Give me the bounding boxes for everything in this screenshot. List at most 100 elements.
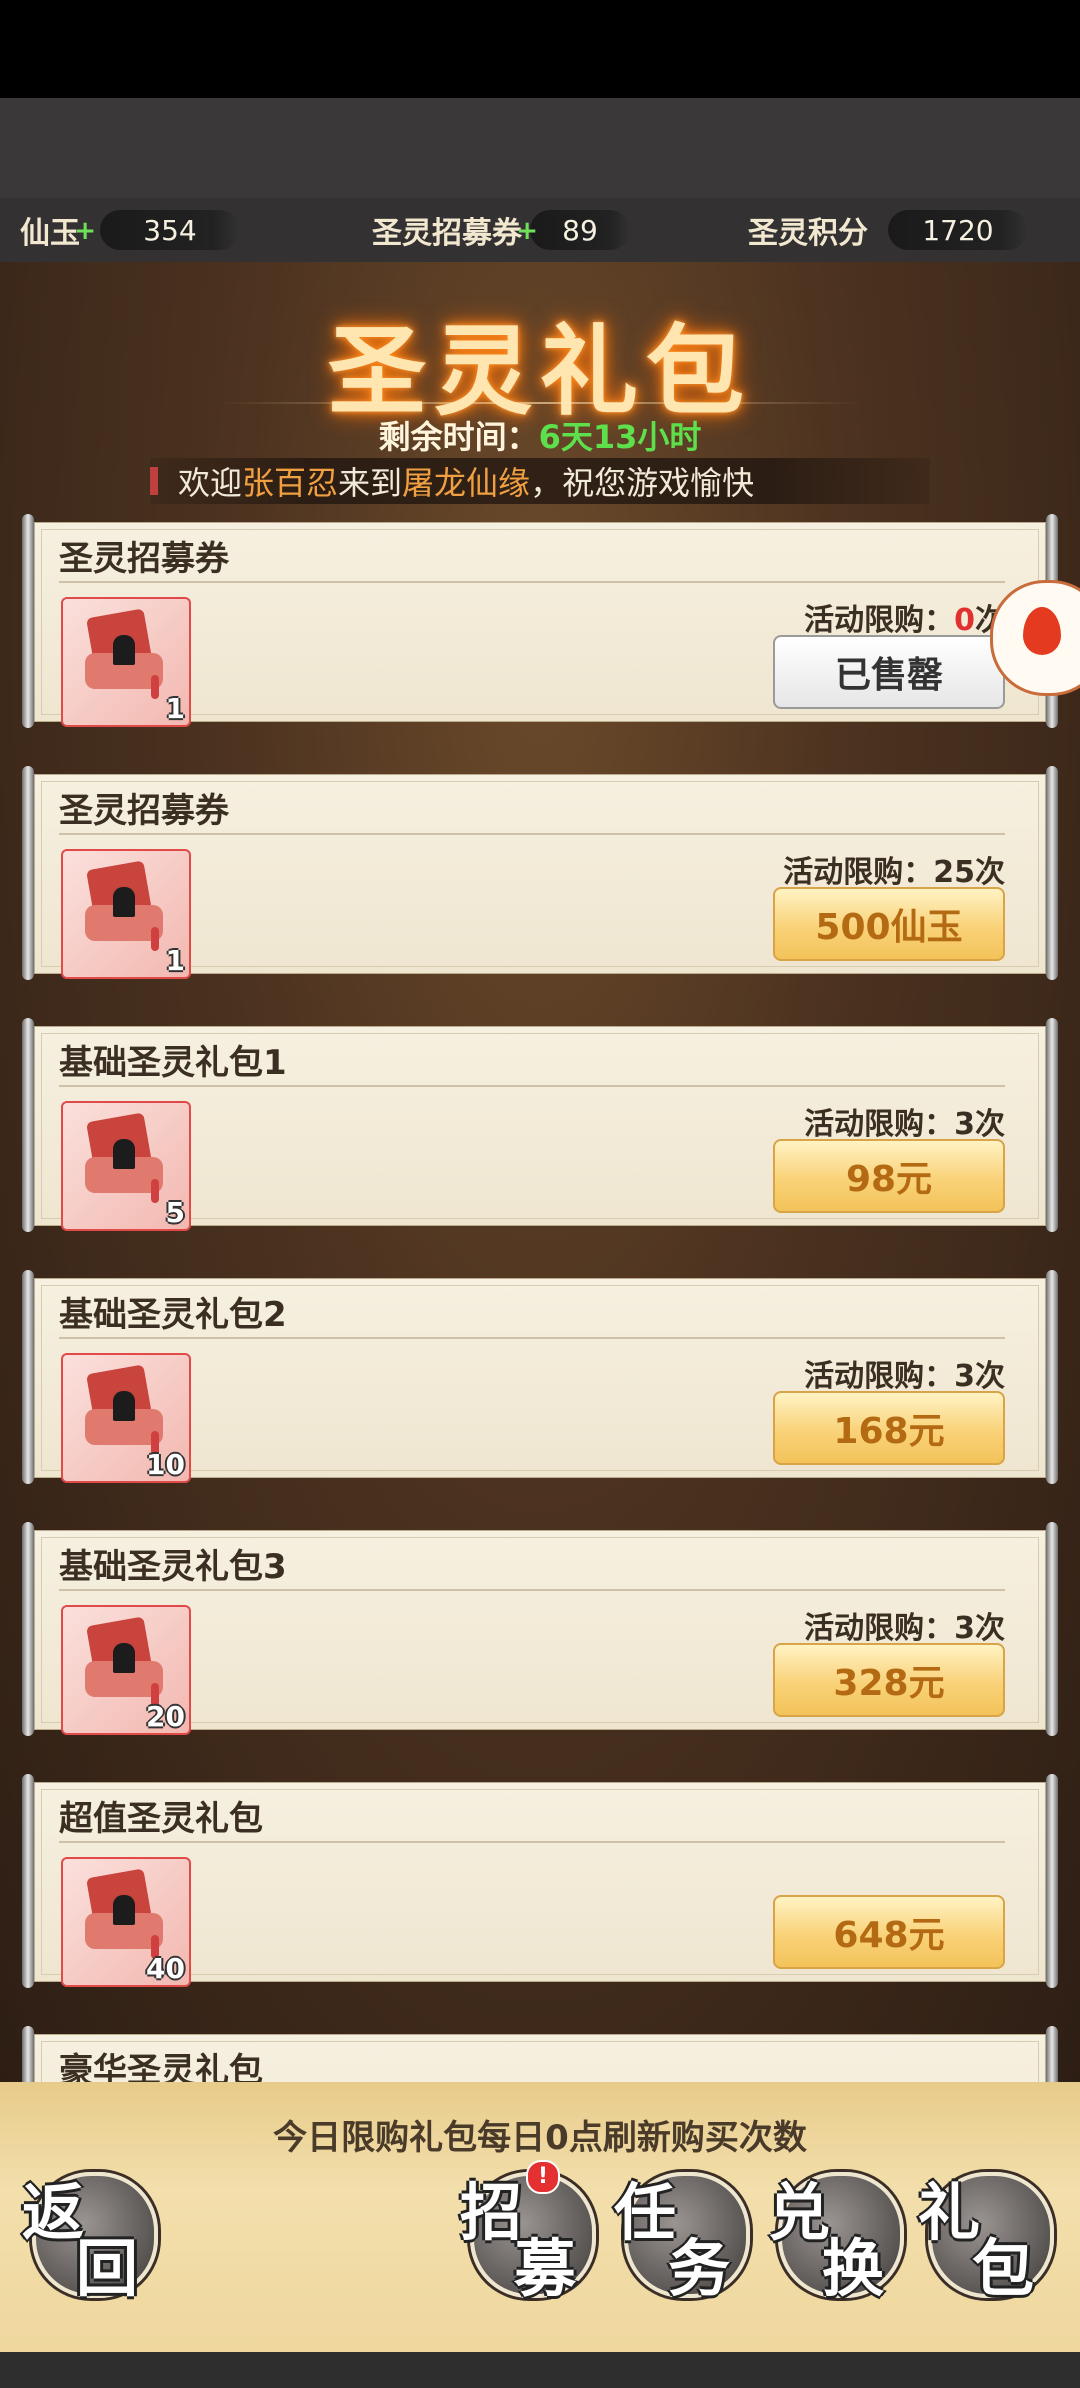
gift-pack-button[interactable]: 礼包: [918, 2172, 1054, 2305]
scroll-rod: [1046, 1522, 1058, 1736]
status-bar: [0, 0, 1080, 98]
pack-name: 基础圣灵礼包3: [59, 1547, 287, 1587]
currency-recruit-ticket[interactable]: 圣灵招募券 + 89: [372, 198, 630, 262]
currency-xianyu[interactable]: 仙玉 + 354: [20, 198, 240, 262]
recruit-ticket-icon[interactable]: 1: [61, 597, 191, 727]
limit-label: 活动限购：: [783, 855, 934, 890]
scroll-rod: [22, 1774, 34, 1988]
pack-name: 基础圣灵礼包1: [59, 1043, 287, 1083]
recruit-ticket-icon[interactable]: 1: [61, 849, 191, 979]
pack-card: 基础圣灵礼包2 10 活动限购：3次 168元: [22, 1270, 1058, 1484]
nav-char: 务: [668, 2232, 731, 2305]
buy-button[interactable]: 328元: [773, 1643, 1005, 1717]
remaining-time: 剩余时间：6天13小时: [0, 412, 1080, 458]
limit-value: 0: [954, 603, 975, 638]
shop-panel: 圣灵礼包 剩余时间：6天13小时 欢迎 张百忍 来到 屠龙仙缘 ，祝您游戏愉快 圣灵招募…: [0, 262, 1080, 2082]
pack-name: 圣灵招募券: [59, 539, 229, 579]
pack-card: 圣灵招募券 1 活动限购：25次 500仙玉: [22, 766, 1058, 980]
item-count: 1: [165, 692, 185, 725]
bottom-bar: 今日限购礼包每日0点刷新购买次数 返回 招募 ! 任务 兑换 礼包: [0, 2082, 1080, 2352]
pack-paper: 圣灵招募券 1 活动限购：25次 500仙玉: [34, 774, 1046, 979]
scroll-rod: [22, 2026, 34, 2082]
buy-button[interactable]: 98元: [773, 1139, 1005, 1213]
remaining-value: 6天13小时: [538, 418, 702, 456]
recruit-ticket-icon[interactable]: 20: [61, 1605, 191, 1735]
back-button[interactable]: 返回: [22, 2172, 158, 2305]
bag-icon: [85, 1616, 163, 1707]
pack-name: 豪华圣灵礼包: [59, 2051, 263, 2082]
sold-out-button[interactable]: 已售罄: [773, 635, 1005, 709]
pack-name: 圣灵招募券: [59, 791, 229, 831]
refresh-notice: 今日限购礼包每日0点刷新购买次数: [273, 2118, 807, 2158]
purchase-limit: 活动限购：3次: [804, 1351, 1005, 1395]
divider: [220, 402, 860, 404]
limit-value: 3次: [954, 1611, 1005, 1646]
limit-label: 活动限购：: [804, 1611, 955, 1646]
pack-paper: 基础圣灵礼包2 10 活动限购：3次 168元: [34, 1278, 1046, 1483]
pack-card: 基础圣灵礼包1 5 活动限购：3次 98元: [22, 1018, 1058, 1232]
limit-value: 3次: [954, 1359, 1005, 1394]
currency-bar: 仙玉 + 354 圣灵招募券 + 89 圣灵积分 1720: [0, 198, 1080, 262]
marquee-marker: [150, 467, 158, 495]
top-spacer: [0, 98, 1080, 198]
limit-label: 活动限购：: [804, 603, 955, 638]
item-count: 5: [165, 1196, 185, 1229]
limit-label: 活动限购：: [804, 1107, 955, 1142]
buy-button[interactable]: 500仙玉: [773, 887, 1005, 961]
item-count: 40: [146, 1952, 185, 1985]
bag-icon: [85, 860, 163, 951]
divider: [59, 1841, 1005, 1843]
buy-button[interactable]: 648元: [773, 1895, 1005, 1969]
nav-char: 回: [76, 2232, 139, 2305]
recruit-ticket-icon[interactable]: 10: [61, 1353, 191, 1483]
purchase-limit: 活动限购：3次: [804, 1099, 1005, 1143]
currency-label: 仙玉 +: [20, 208, 96, 252]
plus-icon[interactable]: +: [516, 216, 538, 246]
currency-name: 仙玉: [20, 216, 80, 251]
pack-paper: 基础圣灵礼包1 5 活动限购：3次 98元: [34, 1026, 1046, 1231]
item-count: 20: [146, 1700, 185, 1733]
marquee-text: 来到: [338, 464, 403, 502]
item-count: 1: [165, 944, 185, 977]
pack-paper: 超值圣灵礼包 40 648元: [34, 1782, 1046, 1987]
recruit-button[interactable]: 招募 !: [460, 2160, 596, 2305]
divider: [59, 1085, 1005, 1087]
scroll-rod: [1046, 2026, 1058, 2082]
pack-card: 超值圣灵礼包 40 648元: [22, 1774, 1058, 1988]
marquee-text: ，祝您游戏愉快: [530, 464, 755, 502]
pack-paper: 豪华圣灵礼包: [34, 2034, 1046, 2082]
exchange-button[interactable]: 兑换: [768, 2172, 904, 2305]
bag-icon: [85, 1112, 163, 1203]
pack-card: 豪华圣灵礼包: [22, 2026, 1058, 2082]
nav-char: 返: [22, 2176, 85, 2249]
nav-char: 礼: [918, 2176, 981, 2249]
pack-card: 基础圣灵礼包3 20 活动限购：3次 328元: [22, 1522, 1058, 1736]
alert-badge: !: [526, 2160, 560, 2194]
recruit-ticket-icon[interactable]: 40: [61, 1857, 191, 1987]
announcement-marquee: 欢迎 张百忍 来到 屠龙仙缘 ，祝您游戏愉快: [150, 458, 930, 504]
currency-value: 89: [530, 210, 630, 250]
currency-value: 1720: [888, 210, 1028, 250]
nav-char: 任: [614, 2176, 677, 2249]
scroll-rod: [22, 766, 34, 980]
tasks-button[interactable]: 任务: [614, 2172, 750, 2305]
currency-name: 圣灵招募券: [372, 216, 522, 251]
plus-icon[interactable]: +: [74, 216, 96, 246]
scroll-rod: [22, 1018, 34, 1232]
remaining-label: 剩余时间：: [378, 418, 539, 456]
scroll-rod: [1046, 766, 1058, 980]
marquee-text: 欢迎: [178, 464, 243, 502]
recruit-ticket-icon[interactable]: 5: [61, 1101, 191, 1231]
buy-button[interactable]: 168元: [773, 1391, 1005, 1465]
scroll-rod: [22, 514, 34, 728]
scroll-rod: [1046, 1018, 1058, 1232]
divider: [59, 581, 1005, 583]
pack-paper: 圣灵招募券 1 活动限购：0次 已售罄: [34, 522, 1046, 727]
bag-icon: [85, 608, 163, 699]
limit-value: 3次: [954, 1107, 1005, 1142]
marquee-user: 张百忍: [242, 464, 339, 502]
marquee-game: 屠龙仙缘: [402, 464, 531, 502]
bag-icon: [85, 1868, 163, 1959]
item-count: 10: [146, 1448, 185, 1481]
nav-char: 换: [822, 2232, 885, 2305]
